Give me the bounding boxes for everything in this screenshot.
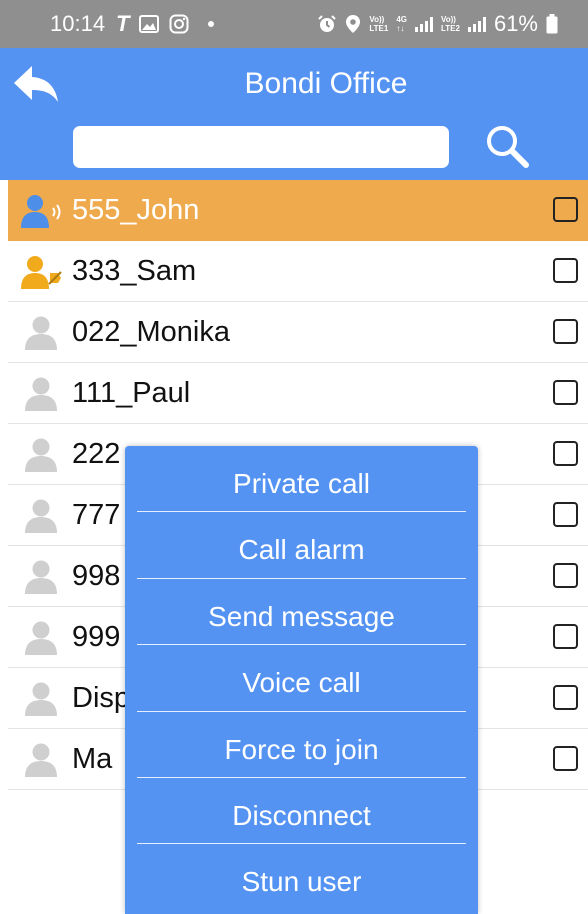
user-speaking-icon: [21, 195, 61, 228]
search-icon: [487, 126, 529, 168]
user-offline-icon: [25, 316, 57, 350]
contact-name: 222: [72, 438, 121, 470]
battery-percent: 61%: [493, 11, 538, 36]
menu-item-stun-user[interactable]: Stun user: [125, 844, 478, 910]
status-time: 10:14: [50, 11, 106, 36]
contact-checkbox[interactable]: [553, 441, 578, 466]
user-offline-icon: [25, 560, 57, 594]
search-input[interactable]: [73, 126, 449, 168]
battery-icon: [546, 14, 558, 34]
menu-item-call-alarm[interactable]: Call alarm: [125, 512, 478, 580]
user-offline-icon: [25, 377, 57, 411]
page-title: Bondi Office: [244, 67, 408, 100]
contact-name: 111_Paul: [72, 377, 191, 409]
contact-checkbox[interactable]: [553, 563, 578, 588]
contact-checkbox[interactable]: [553, 380, 578, 405]
contact-name: Ma: [72, 743, 113, 775]
volte1-indicator: Vo)) LTE1: [369, 15, 389, 33]
contact-name: 998: [72, 560, 121, 592]
alarm-icon: [318, 15, 337, 32]
contact-name: 022_Monika: [72, 316, 230, 348]
contact-row[interactable]: 555_John: [8, 180, 588, 241]
contact-checkbox[interactable]: [553, 624, 578, 649]
app-header: Bondi Office: [0, 48, 588, 180]
menu-item-disconnect[interactable]: Disconnect: [125, 778, 478, 845]
menu-item-private-call[interactable]: Private call: [125, 446, 478, 513]
search-button[interactable]: [482, 122, 532, 172]
user-offline-icon: [25, 438, 57, 472]
contact-checkbox[interactable]: [553, 502, 578, 527]
carrier-icon: T: [116, 11, 130, 36]
status-right: Vo)) LTE1 4G ↑↓ Vo)) LTE2 61%: [317, 10, 558, 38]
menu-item-force-to-join[interactable]: Force to join: [125, 712, 478, 779]
contact-name: 333_Sam: [72, 255, 197, 287]
contact-name: 555_John: [72, 194, 200, 226]
user-offline-icon: [25, 621, 57, 655]
instagram-icon: [169, 14, 189, 34]
user-offline-icon: [25, 499, 57, 533]
volte2-indicator: Vo)) LTE2: [440, 15, 460, 33]
contact-name: 777: [72, 499, 121, 531]
contact-row[interactable]: 333_Sam: [8, 241, 588, 302]
contact-checkbox[interactable]: [553, 197, 578, 222]
status-bar: 10:14 T Vo)) LTE1 4G ↑↓ Vo)) LTE2 61%: [0, 0, 588, 48]
contact-checkbox[interactable]: [553, 746, 578, 771]
menu-item-voice-call[interactable]: Voice call: [125, 645, 478, 712]
contact-row[interactable]: 111_Paul: [8, 363, 588, 424]
contact-name: Disp: [72, 682, 131, 714]
contact-checkbox[interactable]: [553, 319, 578, 344]
dot-icon: [208, 21, 215, 27]
user-offline-icon: [25, 743, 57, 777]
signal-icon: [414, 16, 433, 32]
notification-icons: T: [116, 13, 215, 35]
contact-name: 999: [72, 621, 121, 653]
gallery-icon: [139, 15, 160, 33]
signal-icon: [467, 16, 486, 32]
menu-item-send-message[interactable]: Send message: [125, 579, 478, 646]
network-indicator: 4G ↑↓: [396, 15, 407, 33]
user-muted-icon: [21, 256, 62, 289]
contact-checkbox[interactable]: [553, 258, 578, 283]
user-action-menu: Private call Call alarm Send message Voi…: [125, 446, 478, 914]
contact-row[interactable]: 022_Monika: [8, 302, 588, 363]
user-offline-icon: [25, 682, 57, 716]
contact-checkbox[interactable]: [553, 685, 578, 710]
location-icon: [346, 15, 361, 33]
